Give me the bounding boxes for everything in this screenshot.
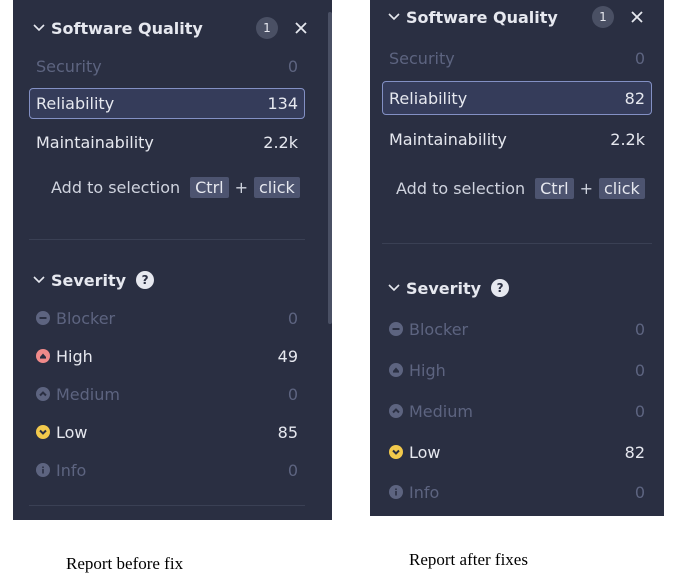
severity-count: 0 bbox=[287, 460, 298, 480]
facet-item-reliability[interactable]: Reliability 82 bbox=[382, 81, 652, 115]
facet-item-security[interactable]: Security 0 bbox=[29, 52, 305, 80]
chevron-down-icon[interactable] bbox=[31, 276, 47, 284]
chevron-down-icon[interactable] bbox=[31, 24, 47, 32]
section-divider bbox=[29, 239, 305, 240]
severity-count: 0 bbox=[287, 308, 298, 328]
severity-item-medium[interactable]: Medium 0 bbox=[29, 380, 305, 408]
severity-item-high[interactable]: High 49 bbox=[29, 342, 305, 370]
filter-panel-before: Software Quality 1 Security 0 Reliabilit… bbox=[13, 0, 332, 520]
minus-circle-icon bbox=[36, 311, 50, 325]
severity-label: Blocker bbox=[56, 308, 116, 328]
facet-count: 2.2k bbox=[263, 132, 298, 152]
arrow-up-circle-icon bbox=[389, 363, 403, 377]
section-divider bbox=[29, 505, 305, 506]
click-key: click bbox=[254, 177, 300, 198]
facet-label: Maintainability bbox=[36, 132, 154, 152]
severity-item-blocker[interactable]: Blocker 0 bbox=[29, 304, 305, 332]
facet-label: Reliability bbox=[389, 88, 468, 108]
filter-panel-after: Software Quality 1 Security 0 Reliabilit… bbox=[370, 0, 664, 516]
severity-count: 0 bbox=[634, 319, 645, 339]
caption-after: Report after fixes bbox=[409, 550, 528, 569]
chevron-up-circle-icon bbox=[36, 387, 50, 401]
severity-count: 82 bbox=[624, 442, 645, 462]
severity-label: Medium bbox=[409, 401, 473, 421]
chevron-down-icon[interactable] bbox=[386, 13, 402, 21]
facet-label: Security bbox=[36, 56, 102, 76]
ctrl-key: Ctrl bbox=[535, 178, 574, 199]
severity-count: 0 bbox=[287, 384, 298, 404]
severity-item-low[interactable]: Low 85 bbox=[29, 418, 305, 446]
severity-header[interactable]: Severity ? bbox=[31, 268, 332, 292]
selection-hint: Add to selection Ctrl + click bbox=[51, 177, 300, 198]
click-key: click bbox=[599, 178, 645, 199]
severity-count: 85 bbox=[277, 422, 298, 442]
facet-count: 82 bbox=[624, 88, 645, 108]
facet-item-maintainability[interactable]: Maintainability 2.2k bbox=[382, 125, 652, 153]
severity-label: Blocker bbox=[409, 319, 469, 339]
severity-label: Low bbox=[56, 422, 88, 442]
severity-title: Severity bbox=[51, 270, 127, 290]
severity-item-info[interactable]: Info 0 bbox=[29, 456, 305, 484]
facet-item-reliability[interactable]: Reliability 134 bbox=[29, 88, 305, 119]
hint-text: Add to selection bbox=[396, 179, 526, 198]
close-icon[interactable] bbox=[628, 8, 646, 26]
facet-label: Maintainability bbox=[389, 129, 507, 149]
severity-label: High bbox=[56, 346, 93, 366]
info-circle-icon bbox=[36, 463, 50, 477]
chevron-down-circle-icon bbox=[389, 445, 403, 459]
selection-count-badge: 1 bbox=[256, 17, 278, 39]
software-quality-header[interactable]: Software Quality 1 bbox=[386, 5, 646, 29]
chevron-up-circle-icon bbox=[389, 404, 403, 418]
severity-item-high[interactable]: High 0 bbox=[382, 356, 652, 384]
ctrl-key: Ctrl bbox=[190, 177, 229, 198]
plus-sign: + bbox=[579, 179, 593, 198]
severity-label: High bbox=[409, 360, 446, 380]
severity-title: Severity bbox=[406, 278, 482, 298]
info-circle-icon bbox=[389, 485, 403, 499]
severity-count: 49 bbox=[277, 346, 298, 366]
facet-item-maintainability[interactable]: Maintainability 2.2k bbox=[29, 128, 305, 156]
chevron-down-icon[interactable] bbox=[386, 284, 402, 292]
severity-item-medium[interactable]: Medium 0 bbox=[382, 397, 652, 425]
facet-count: 0 bbox=[287, 56, 298, 76]
caption-before: Report before fix bbox=[66, 554, 184, 573]
severity-count: 0 bbox=[634, 401, 645, 421]
severity-label: Info bbox=[56, 460, 87, 480]
close-icon[interactable] bbox=[292, 19, 310, 37]
severity-label: Info bbox=[409, 482, 440, 502]
chevron-down-circle-icon bbox=[36, 425, 50, 439]
severity-label: Medium bbox=[56, 384, 120, 404]
severity-header[interactable]: Severity ? bbox=[386, 276, 664, 300]
facet-label: Reliability bbox=[36, 94, 115, 113]
software-quality-title: Software Quality bbox=[406, 7, 558, 27]
facet-label: Security bbox=[389, 48, 455, 68]
software-quality-header[interactable]: Software Quality 1 bbox=[31, 16, 310, 40]
help-icon[interactable]: ? bbox=[491, 279, 510, 297]
facet-count: 134 bbox=[267, 94, 298, 113]
help-icon[interactable]: ? bbox=[136, 271, 155, 289]
hint-text: Add to selection bbox=[51, 178, 181, 197]
section-divider bbox=[382, 243, 652, 244]
plus-sign: + bbox=[234, 178, 248, 197]
scrollbar[interactable] bbox=[328, 12, 332, 324]
severity-item-low[interactable]: Low 82 bbox=[382, 438, 652, 466]
facet-count: 2.2k bbox=[610, 129, 645, 149]
facet-count: 0 bbox=[634, 48, 645, 68]
selection-hint: Add to selection Ctrl + click bbox=[396, 178, 645, 199]
severity-label: Low bbox=[409, 442, 441, 462]
arrow-up-circle-icon bbox=[36, 349, 50, 363]
minus-circle-icon bbox=[389, 322, 403, 336]
software-quality-title: Software Quality bbox=[51, 18, 203, 38]
selection-count-badge: 1 bbox=[592, 6, 614, 28]
facet-item-security[interactable]: Security 0 bbox=[382, 44, 652, 72]
severity-count: 0 bbox=[634, 482, 645, 502]
severity-item-blocker[interactable]: Blocker 0 bbox=[382, 315, 652, 343]
severity-count: 0 bbox=[634, 360, 645, 380]
severity-item-info[interactable]: Info 0 bbox=[382, 478, 652, 506]
